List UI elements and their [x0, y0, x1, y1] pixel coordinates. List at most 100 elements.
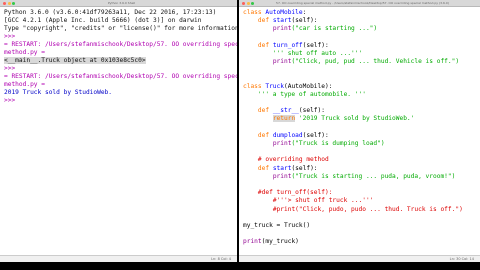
close-icon[interactable]	[242, 1, 245, 5]
code-token: print	[272, 25, 292, 33]
shell-line-text: = RESTART: /Users/stefanmischook/Desktop…	[4, 41, 237, 48]
shell-line: method.py =	[4, 49, 233, 57]
shell-line: >>>	[4, 65, 233, 73]
code-line: def dumpload(self):	[243, 132, 476, 140]
code-line: print("Truck is dumping load")	[243, 140, 476, 148]
shell-window[interactable]: Python 3.6.0 Shell Python 3.6.0 (v3.6.0:…	[0, 0, 237, 262]
code-line: print("car is starting ...")	[243, 25, 476, 33]
code-token: return	[272, 115, 296, 123]
shell-line: [GCC 4.2.1 (Apple Inc. build 5666) (dot …	[4, 17, 233, 25]
code-token: def	[257, 164, 273, 172]
editor-window[interactable]: 57. OO overriding special method.py - /U…	[239, 0, 480, 262]
code-token: print	[272, 172, 292, 180]
shell-line-text: 2019 Truck sold by StudioWeb.	[4, 89, 113, 96]
code-token: ("Truck is starting ... puda, puda, vroo…	[291, 172, 456, 180]
code-token: def	[257, 131, 273, 139]
code-token: def	[257, 17, 273, 25]
code-token: # overriding method	[257, 156, 329, 164]
close-icon[interactable]	[3, 1, 6, 5]
code-line: print(my_truck)	[243, 238, 476, 246]
shell-titlebar[interactable]: Python 3.6.0 Shell	[0, 0, 237, 7]
editor-title: 57. OO overriding special method.py - /U…	[276, 1, 449, 5]
code-line: def start(self):	[243, 17, 476, 25]
shell-line: Python 3.6.0 (v3.6.0:41df79263a11, Dec 2…	[4, 9, 233, 17]
shell-line-text: = RESTART: /Users/stefanmischook/Desktop…	[4, 73, 237, 80]
code-token: print	[243, 238, 262, 246]
code-token: #print("Click, pudo, pudo ... thud. Truc…	[272, 205, 463, 213]
window-controls	[0, 1, 18, 5]
code-token: :	[302, 9, 307, 16]
code-line: class AutoMobile:	[243, 9, 476, 17]
maximize-icon[interactable]	[251, 1, 254, 5]
code-token: print	[272, 140, 292, 147]
shell-line: >>>	[4, 97, 233, 105]
code-token: class	[243, 9, 266, 16]
code-token: AutoMobile	[265, 9, 303, 16]
code-line: # overriding method	[243, 156, 476, 164]
shell-status: Ln: 8 Col: 4	[0, 255, 237, 262]
code-line: def turn_off(self):	[243, 42, 476, 50]
code-line: print("Click, pud, pud ... thud. Vehicle…	[243, 58, 476, 66]
code-token: (my_truck)	[261, 238, 299, 246]
shell-line: method.py =	[4, 81, 233, 89]
code-line: def __str__(self):	[243, 107, 476, 115]
minimize-icon[interactable]	[7, 1, 11, 5]
minimize-icon[interactable]	[246, 1, 250, 5]
code-token: #'''> shut off truck ...'''	[272, 197, 374, 205]
code-line: print("Truck is starting ... puda, puda,…	[243, 173, 476, 181]
code-token: ("Click, pud, pud ... thud. Vehicle is o…	[291, 58, 460, 66]
shell-line-text: Python 3.6.0 (v3.6.0:41df79263a11, Dec 2…	[4, 9, 217, 16]
shell-line: = RESTART: /Users/stefanmischook/Desktop…	[4, 73, 237, 81]
maximize-icon[interactable]	[12, 1, 15, 5]
shell-line: Type "copyright", "credits" or "license(…	[4, 25, 237, 33]
code-line: #print("Click, pudo, pudo ... thud. Truc…	[243, 206, 476, 214]
shell-line: >>>	[4, 33, 233, 41]
code-token: __str__	[272, 107, 299, 115]
shell-line: <__main__.Truck object at 0x103e8c5c0>	[4, 57, 233, 65]
code-token: turn_off	[272, 41, 303, 49]
editor-status: Ln: 30 Col: 14	[239, 255, 480, 262]
code-token: (self):	[291, 17, 318, 25]
code-token: ''' shut off auto ...'''	[272, 49, 363, 57]
shell-line-text: >>>	[4, 97, 19, 104]
code-line: ''' shut off auto ...'''	[243, 50, 476, 58]
code-line: class Truck(AutoMobile):	[243, 83, 476, 91]
code-token: (AutoMobile):	[284, 82, 333, 90]
shell-line: = RESTART: /Users/stefanmischook/Desktop…	[4, 41, 237, 49]
code-line: my_truck = Truck()	[243, 222, 476, 230]
code-token: def	[257, 107, 273, 115]
code-token: start	[272, 164, 292, 172]
editor-titlebar[interactable]: 57. OO overriding special method.py - /U…	[239, 0, 480, 7]
shell-title: Python 3.6.0 Shell	[107, 1, 136, 5]
code-token: (self):	[298, 107, 325, 115]
code-editor[interactable]: class AutoMobile: def start(self): print…	[239, 7, 480, 248]
code-token: Truck	[265, 82, 284, 90]
shell-line-text: >>>	[4, 33, 19, 40]
code-token: (self):	[291, 164, 318, 172]
code-token: ("car is starting ...")	[291, 25, 378, 33]
code-line: #def turn_off(self):	[243, 189, 476, 197]
code-token: #def turn_off(self):	[257, 189, 333, 197]
shell-output[interactable]: Python 3.6.0 (v3.6.0:41df79263a11, Dec 2…	[0, 7, 237, 107]
